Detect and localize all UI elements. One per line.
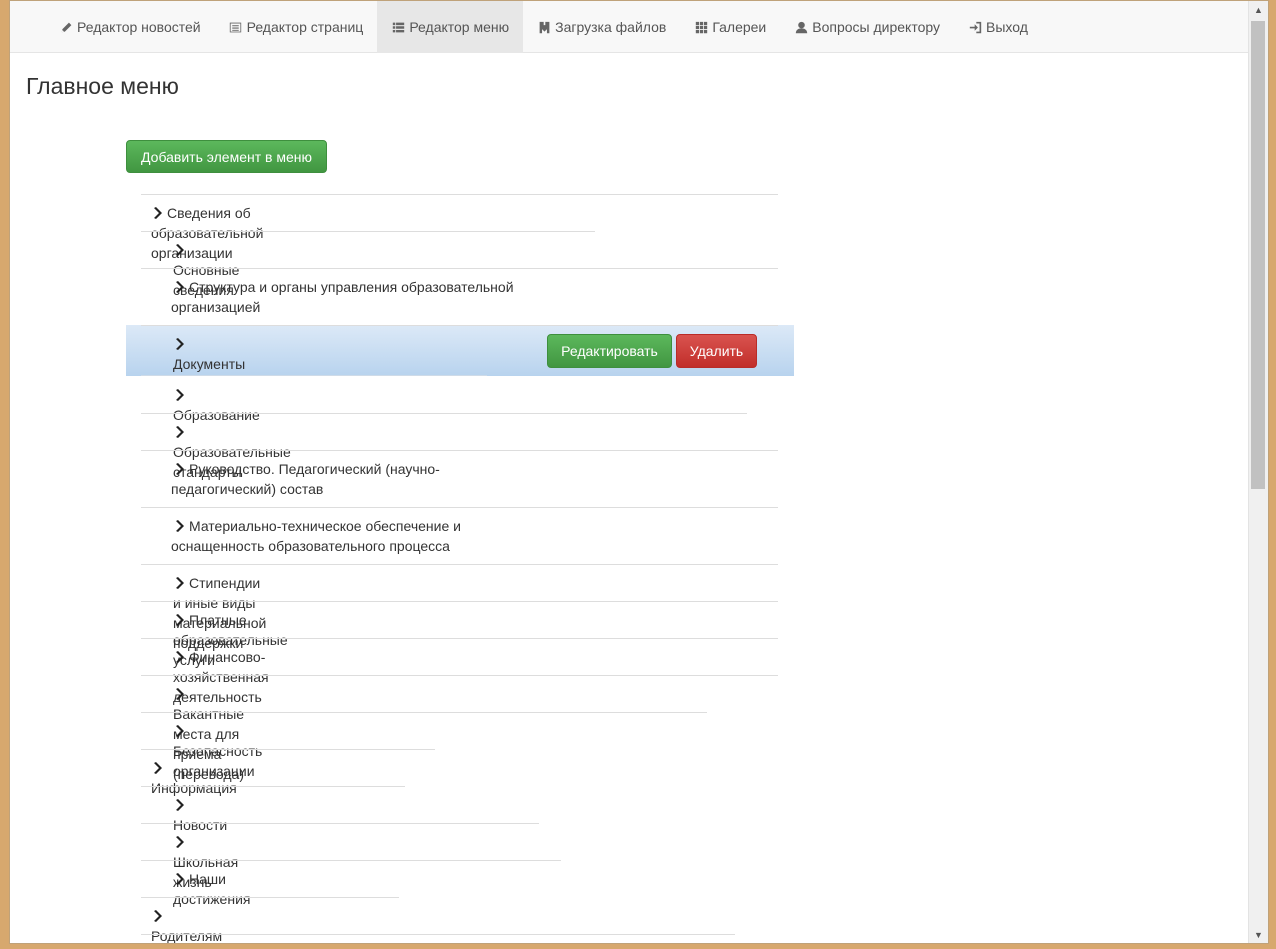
vertical-scrollbar[interactable]: ▲ ▼ (1248, 1, 1268, 943)
nav-logout[interactable]: Выход (954, 1, 1042, 53)
row-separator (141, 325, 778, 326)
list-icon (391, 20, 405, 34)
row-separator (141, 231, 595, 232)
nav-label: Загрузка файлов (555, 19, 667, 35)
chevron-right-icon (151, 204, 163, 219)
chevron-right-icon (173, 335, 185, 350)
row-separator (141, 564, 778, 565)
scroll-thumb[interactable] (1251, 21, 1265, 489)
log-in-icon (968, 20, 982, 34)
edit-button[interactable]: Редактировать (547, 334, 672, 368)
row-separator (141, 507, 778, 508)
top-navbar: Редактор новостей Редактор страниц Редак… (10, 1, 1248, 53)
user-icon (794, 20, 808, 34)
nav-menu-editor[interactable]: Редактор меню (377, 1, 524, 53)
row-separator (141, 860, 561, 861)
menu-item-level1[interactable]: Структура и органы управления образовате… (171, 277, 541, 317)
menu-item-level0[interactable]: Родителям (151, 906, 222, 943)
chevron-right-icon (173, 870, 185, 885)
nav-label: Галереи (712, 19, 767, 35)
row-separator (141, 823, 539, 824)
nav-galleries[interactable]: Галереи (680, 1, 780, 53)
chevron-right-icon (173, 722, 185, 737)
add-menu-item-button[interactable]: Добавить элемент в меню (126, 140, 327, 173)
chevron-right-icon (173, 648, 185, 663)
row-separator (141, 675, 778, 676)
delete-button[interactable]: Удалить (676, 334, 757, 368)
chevron-right-icon (151, 759, 163, 774)
menu-item-level1[interactable]: Образование (173, 385, 260, 425)
pencil-icon (59, 20, 73, 34)
menu-item-level1[interactable]: Новости (173, 795, 227, 835)
menu-item-level1[interactable]: Руководство. Педагогический (научно-педа… (171, 459, 471, 499)
chevron-right-icon (151, 907, 163, 922)
nav-label: Редактор меню (409, 19, 510, 35)
row-separator (141, 450, 778, 451)
nav-label: Вопросы директору (812, 19, 941, 35)
menu-item-level1[interactable]: Наши достижения (173, 869, 250, 909)
row-separator (141, 638, 778, 639)
chevron-right-icon (173, 241, 185, 256)
row-separator (141, 194, 778, 195)
row-separator (141, 934, 735, 935)
nav-label: Редактор страниц (246, 19, 364, 35)
page-title: Главное меню (26, 73, 179, 99)
scroll-up-arrow-icon[interactable]: ▲ (1249, 1, 1268, 18)
row-separator (141, 749, 435, 750)
nav-label: Выход (986, 19, 1028, 35)
chevron-right-icon (173, 611, 185, 626)
menu-item-selected[interactable]: Документы (173, 334, 245, 374)
chevron-right-icon (173, 460, 185, 475)
list-alt-icon (229, 20, 243, 34)
nav-file-upload[interactable]: Загрузка файлов (523, 1, 680, 53)
row-separator (141, 268, 778, 269)
chevron-right-icon (173, 423, 185, 438)
browser-window: Редактор новостей Редактор страниц Редак… (9, 0, 1269, 944)
chevron-right-icon (173, 278, 185, 293)
row-separator (141, 375, 487, 376)
scroll-down-arrow-icon[interactable]: ▼ (1249, 926, 1268, 943)
menu-item-level0[interactable]: Информация (151, 758, 237, 798)
menu-item-level1[interactable]: Материально-техническое обеспечение и ос… (171, 516, 491, 556)
upload-icon (537, 20, 551, 34)
chevron-right-icon (173, 833, 185, 848)
row-separator (141, 601, 778, 602)
chevron-right-icon (173, 796, 185, 811)
chevron-right-icon (173, 685, 185, 700)
nav-pages-editor[interactable]: Редактор страниц (215, 1, 378, 53)
row-separator (141, 712, 707, 713)
row-separator (141, 786, 405, 787)
chevron-right-icon (173, 574, 185, 589)
row-separator (141, 897, 399, 898)
nav-director-questions[interactable]: Вопросы директору (780, 1, 954, 53)
chevron-right-icon (173, 386, 185, 401)
grid-icon (694, 20, 708, 34)
row-separator (141, 413, 747, 414)
nav-news-editor[interactable]: Редактор новостей (45, 1, 215, 53)
chevron-right-icon (173, 517, 185, 532)
nav-label: Редактор новостей (77, 19, 201, 35)
